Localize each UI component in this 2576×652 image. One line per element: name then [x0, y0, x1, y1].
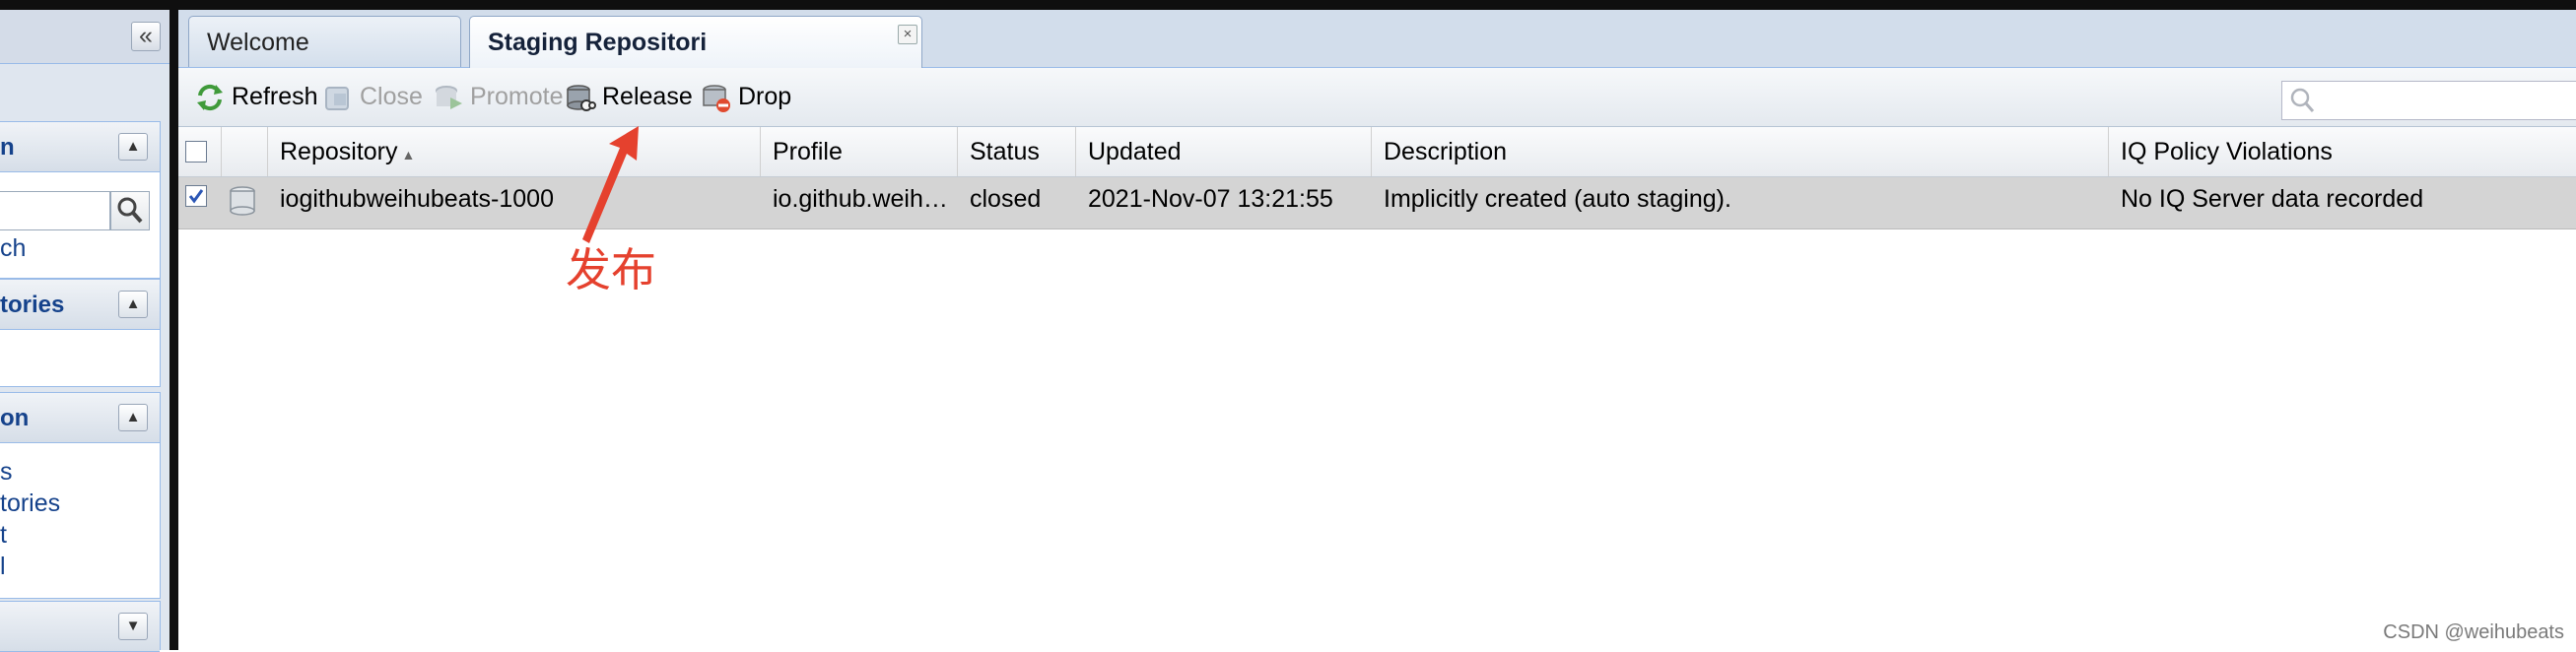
tab-label: Welcome [207, 29, 309, 56]
repository-filter-input[interactable] [2281, 81, 2576, 120]
tab-strip: Welcome Staging Repositori × [178, 10, 2576, 68]
close-repo-icon [325, 86, 349, 110]
collapsed-panel: ▼ [0, 601, 161, 652]
panel-expand-button[interactable]: ▼ [118, 613, 148, 640]
select-all-column [178, 127, 222, 176]
sidebar-splitter[interactable] [169, 10, 178, 650]
tab-label: Staging Repositori [488, 29, 708, 56]
promote-button[interactable]: Promote [433, 68, 563, 126]
column-header-profile[interactable]: Profile [761, 127, 958, 176]
column-header-label: Repository [280, 138, 398, 165]
drop-label: Drop [738, 83, 792, 110]
type-column-header [222, 127, 268, 176]
refresh-label: Refresh [232, 83, 318, 110]
search-trigger-button[interactable] [110, 191, 150, 230]
main-area: Welcome Staging Repositori × Refresh Clo… [178, 10, 2576, 650]
panel-title: n [0, 134, 15, 161]
updated-cell: 2021-Nov-07 13:21:55 [1088, 185, 1333, 213]
repositories-panel: tories ▲ [0, 279, 161, 387]
close-button[interactable]: Close [322, 68, 423, 126]
close-label: Close [360, 83, 423, 110]
table-row[interactable]: iogithubweihubeats-1000 io.github.weih… … [178, 177, 2576, 229]
select-all-checkbox[interactable] [185, 141, 207, 163]
panel-collapse-button[interactable]: ▲ [118, 291, 148, 318]
sidebar-link-staging-repositories[interactable]: tories [0, 489, 60, 518]
panel-title: on [0, 405, 30, 431]
annotation-label: 发布 [566, 243, 656, 296]
column-header-label: Description [1384, 138, 1508, 165]
sidebar-header: « [0, 10, 169, 64]
column-header-repository[interactable]: Repository ▲ [268, 127, 761, 176]
left-sidebar: « n ▲ ch tories ▲ on ▲ s tories t l ▼ [0, 10, 169, 652]
column-header-description[interactable]: Description [1372, 127, 2109, 176]
column-header-label: Profile [773, 138, 843, 165]
database-icon [230, 186, 255, 216]
drop-icon [703, 84, 730, 112]
watermark: CSDN @weihubeats [2383, 621, 2564, 643]
panel-collapse-button[interactable]: ▲ [118, 133, 148, 161]
column-header-updated[interactable]: Updated [1076, 127, 1372, 176]
row-checkbox[interactable] [185, 185, 207, 207]
search-icon [117, 197, 143, 224]
status-cell: closed [970, 185, 1042, 213]
panel-header: n ▲ [0, 122, 160, 172]
column-header-label: Status [970, 138, 1040, 165]
panel-header: tories ▲ [0, 280, 160, 330]
refresh-icon [197, 84, 223, 110]
description-cell: Implicitly created (auto staging). [1384, 185, 1731, 213]
panel-header: ▼ [0, 602, 160, 652]
column-header-status[interactable]: Status [958, 127, 1076, 176]
sidebar-link[interactable]: t [0, 521, 7, 550]
repository-type-cell [228, 177, 267, 228]
refresh-button[interactable]: Refresh [194, 68, 318, 126]
promote-label: Promote [470, 83, 564, 110]
release-button[interactable]: Release [565, 68, 693, 126]
panel-header: on ▲ [0, 393, 160, 443]
column-header-iq-policy-violations[interactable]: IQ Policy Violations [2109, 127, 2576, 176]
promote-icon [436, 85, 462, 109]
sidebar-link[interactable]: s [0, 458, 13, 487]
top-border [0, 0, 2576, 10]
artifact-search-panel: n ▲ ch [0, 121, 161, 279]
panel-title: tories [0, 292, 65, 318]
release-label: Release [602, 83, 693, 110]
collapse-sidebar-button[interactable]: « [131, 22, 161, 51]
tab-close-icon[interactable]: × [898, 25, 917, 44]
profile-cell: io.github.weih… [773, 185, 948, 213]
iq-policy-cell: No IQ Server data recorded [2121, 185, 2424, 213]
column-header-label: IQ Policy Violations [2121, 138, 2333, 165]
advanced-search-link[interactable]: ch [0, 234, 26, 263]
build-promotion-panel: on ▲ s tories t l [0, 392, 161, 599]
column-header-label: Updated [1088, 138, 1182, 165]
repository-cell: iogithubweihubeats-1000 [280, 185, 554, 213]
panel-collapse-button[interactable]: ▲ [118, 404, 148, 431]
tab-staging-repositories[interactable]: Staging Repositori × [469, 16, 922, 68]
release-icon [567, 84, 596, 111]
sidebar-link[interactable]: l [0, 553, 6, 581]
drop-button[interactable]: Drop [701, 68, 791, 126]
tab-welcome[interactable]: Welcome [188, 16, 461, 67]
artifact-search-input[interactable] [0, 191, 110, 230]
grid-header: Repository ▲ Profile Status Updated Descr… [178, 127, 2576, 177]
sort-ascending-icon: ▲ [401, 147, 416, 163]
checkmark-icon [188, 189, 204, 204]
toolbar: Refresh Close Promote Release Drop [178, 68, 2576, 127]
search-icon [2290, 88, 2315, 112]
